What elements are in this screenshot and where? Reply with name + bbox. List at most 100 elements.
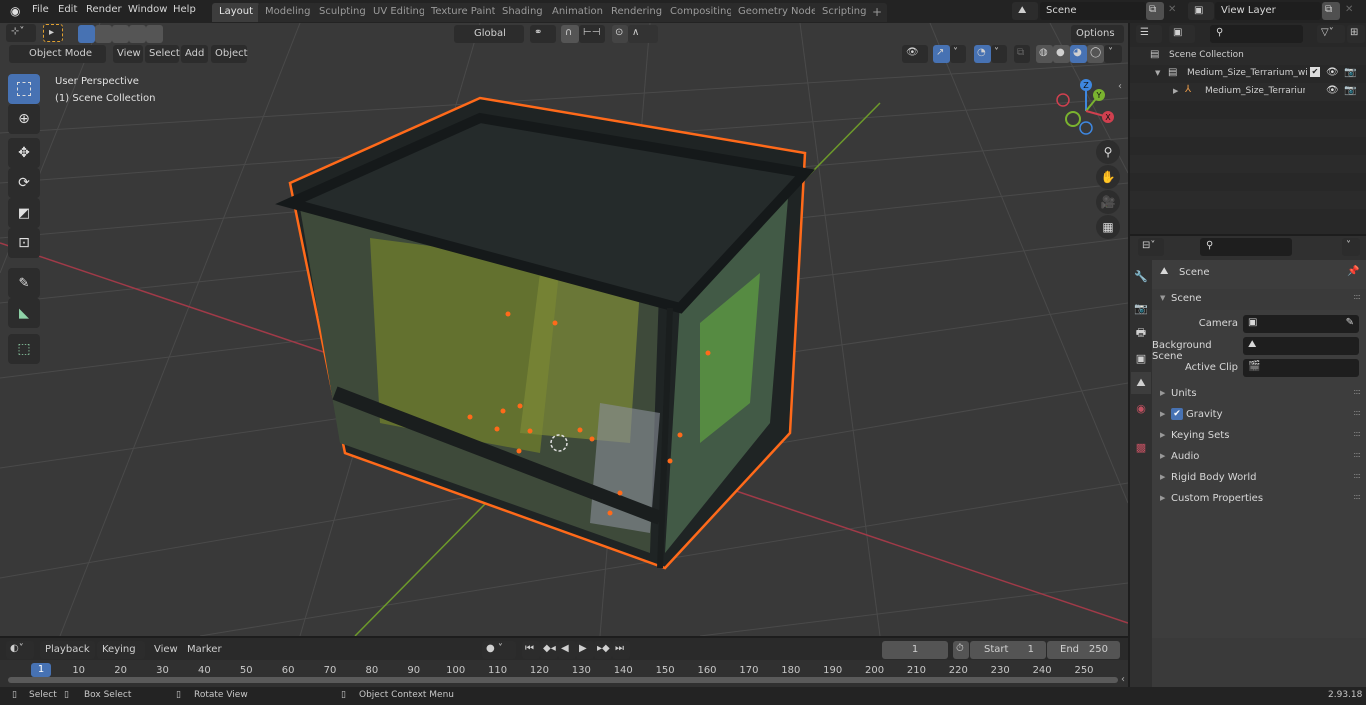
panel-scene-header[interactable]: ▼ Scene :::: (1152, 289, 1366, 310)
drag-handle-icon[interactable]: :::: (1353, 492, 1361, 501)
navigation-gizmo[interactable]: Z Y X (1052, 75, 1122, 139)
display-mode-button[interactable]: ▣ (1169, 25, 1195, 43)
sidebar-toggle-icon[interactable]: ‹ (1118, 81, 1122, 92)
pivot-point-button[interactable]: ⚭ (530, 25, 556, 43)
outliner-row-scene-collection[interactable]: ▤ Scene Collection (1130, 47, 1366, 65)
select-mode-subtract[interactable] (112, 25, 129, 43)
tab-modeling[interactable]: Modeling (258, 3, 318, 22)
panel-units[interactable]: ▶ Units :::: (1152, 384, 1366, 405)
tab-render[interactable]: 📷 (1131, 297, 1151, 319)
tab-tool[interactable]: 🔧 (1131, 265, 1151, 287)
view-layer-selector-button[interactable]: ▣ (1188, 2, 1214, 20)
new-scene-icon[interactable]: ⧉ (1146, 2, 1164, 20)
ortho-toggle-button[interactable]: ▦ (1096, 215, 1120, 239)
eye-icon[interactable]: 👁 (1326, 67, 1339, 78)
start-frame-field[interactable]: Start 1 (970, 641, 1046, 659)
delete-scene-icon[interactable]: ✕ (1168, 4, 1176, 15)
tool-measure[interactable]: ◣ (8, 298, 40, 328)
tool-rotate[interactable]: ⟳ (8, 168, 40, 198)
select-mode-intersect[interactable] (146, 25, 163, 43)
transform-orientation-selector[interactable]: Global (454, 25, 524, 43)
exclude-checkbox[interactable]: ✔ (1310, 67, 1320, 77)
timeline-editor-type[interactable]: ◐˅ (6, 641, 34, 659)
menu-window[interactable]: Window (128, 4, 167, 15)
drag-handle-icon[interactable]: :::: (1353, 429, 1361, 438)
playhead[interactable]: 1 (31, 663, 51, 677)
tab-output[interactable]: 🖶 (1131, 322, 1151, 344)
play-reverse-button[interactable]: ◀ (558, 641, 576, 659)
panel-keying-sets[interactable]: ▶ Keying Sets :::: (1152, 426, 1366, 447)
tool-move[interactable]: ✥ (8, 138, 40, 168)
camera-render-icon[interactable]: 📷 (1344, 67, 1356, 78)
zoom-view-button[interactable]: ⚲ (1096, 140, 1120, 164)
timeline-collapse-icon[interactable]: ‹ (1121, 674, 1125, 685)
prev-keyframe-button[interactable]: ◆◂ (540, 641, 558, 659)
view-layer-name-field[interactable]: View Layer (1215, 2, 1321, 20)
select-mode-extend[interactable] (95, 25, 112, 43)
drag-handle-icon[interactable]: :::: (1353, 471, 1361, 480)
falloff-button[interactable]: ∧ (628, 25, 658, 43)
properties-editor-type[interactable]: ⊟˅ (1138, 238, 1164, 256)
shading-dropdown[interactable]: ˅ (1104, 45, 1122, 63)
eyedropper-icon[interactable]: ✎ (1346, 317, 1354, 328)
menu-edit[interactable]: Edit (58, 4, 77, 15)
add-menu[interactable]: Add (181, 45, 208, 63)
tab-world[interactable]: ◉ (1131, 397, 1151, 419)
new-collection-button[interactable]: ⊞ (1347, 25, 1365, 43)
outliner-editor-type[interactable]: ☰ (1136, 25, 1162, 43)
tab-uv-editing[interactable]: UV Editing (366, 3, 433, 22)
shading-solid[interactable]: ● (1053, 45, 1070, 63)
tab-compositing[interactable]: Compositing (663, 3, 740, 22)
play-button[interactable]: ▶ (576, 641, 594, 659)
current-frame-field[interactable]: 1 (882, 641, 948, 659)
object-menu[interactable]: Object (211, 45, 248, 63)
tab-sculpting[interactable]: Sculpting (312, 3, 373, 22)
tool-cursor[interactable]: ⊕ (8, 104, 40, 134)
view-menu[interactable]: View (113, 45, 143, 63)
timeline-scrollbar[interactable] (8, 677, 1118, 683)
menu-render[interactable]: Render (86, 4, 122, 15)
tab-rendering[interactable]: Rendering (604, 3, 670, 22)
auto-keying-toggle[interactable]: ● ˅ (482, 641, 516, 659)
tool-transform[interactable]: ⊡ (8, 228, 40, 258)
tool-add-cube[interactable]: ⬚ (8, 334, 40, 364)
new-view-layer-icon[interactable]: ⧉ (1322, 2, 1340, 20)
editor-type-button[interactable]: ⊹˅ (6, 24, 36, 42)
camera-render-icon[interactable]: 📷 (1344, 85, 1356, 96)
tab-scene[interactable]: ⛰ (1131, 372, 1151, 394)
overlay-dropdown[interactable]: ˅ (991, 45, 1007, 63)
drag-handle-icon[interactable]: :::: (1353, 387, 1361, 396)
select-mode-invert[interactable] (129, 25, 146, 43)
visibility-button[interactable]: 👁 (902, 45, 928, 63)
properties-options-dropdown[interactable]: ˅ (1342, 238, 1360, 256)
blender-logo-icon[interactable]: ◉ (10, 4, 20, 18)
keying-menu[interactable]: Keying (97, 641, 145, 659)
panel-custom-properties[interactable]: ▶ Custom Properties :::: (1152, 489, 1366, 510)
timeline-view-menu[interactable]: View (154, 644, 178, 655)
xray-toggle[interactable]: ⧉ (1014, 45, 1030, 63)
tool-select-box[interactable] (8, 74, 40, 104)
active-clip-field[interactable]: 🎬 (1243, 359, 1359, 377)
3d-viewport[interactable]: User Perspective (1) Scene Collection ⊕ … (0, 23, 1128, 636)
scene-name-field[interactable]: Scene (1040, 2, 1146, 20)
overlay-toggle[interactable]: ◔ (974, 45, 991, 63)
tab-scripting[interactable]: Scripting (815, 3, 874, 22)
snap-toggle[interactable]: ∩ (561, 25, 579, 43)
gizmo-dropdown[interactable]: ˅ (950, 45, 966, 63)
end-frame-field[interactable]: End 250 (1047, 641, 1120, 659)
next-keyframe-button[interactable]: ▸◆ (594, 641, 612, 659)
pan-view-button[interactable]: ✋ (1096, 165, 1120, 189)
pin-icon[interactable]: 📌 (1347, 266, 1359, 277)
expand-arrow-icon[interactable]: ▶ (1173, 87, 1178, 95)
properties-search-input[interactable]: ⚲ (1200, 238, 1292, 256)
preview-range-toggle[interactable]: ⏱ (953, 641, 969, 659)
outliner-search-input[interactable]: ⚲ (1210, 25, 1303, 43)
delete-view-layer-icon[interactable]: ✕ (1345, 4, 1353, 15)
camera-field[interactable]: ▣ ✎ (1243, 315, 1359, 333)
expand-arrow-icon[interactable]: ▼ (1155, 69, 1160, 77)
outliner-row-empty[interactable]: ▶ ⅄ Medium_Size_Terrarium_ 👁 📷 (1130, 83, 1366, 101)
panel-gravity[interactable]: ▶ ✔ Gravity :::: (1152, 405, 1366, 426)
tool-settings-button[interactable]: ▸ (43, 24, 63, 42)
outliner-row-collection[interactable]: ▼ ▤ Medium_Size_Terrarium_with_ ✔ 👁 📷 (1130, 65, 1366, 83)
shading-rendered[interactable]: ◯ (1087, 45, 1104, 63)
